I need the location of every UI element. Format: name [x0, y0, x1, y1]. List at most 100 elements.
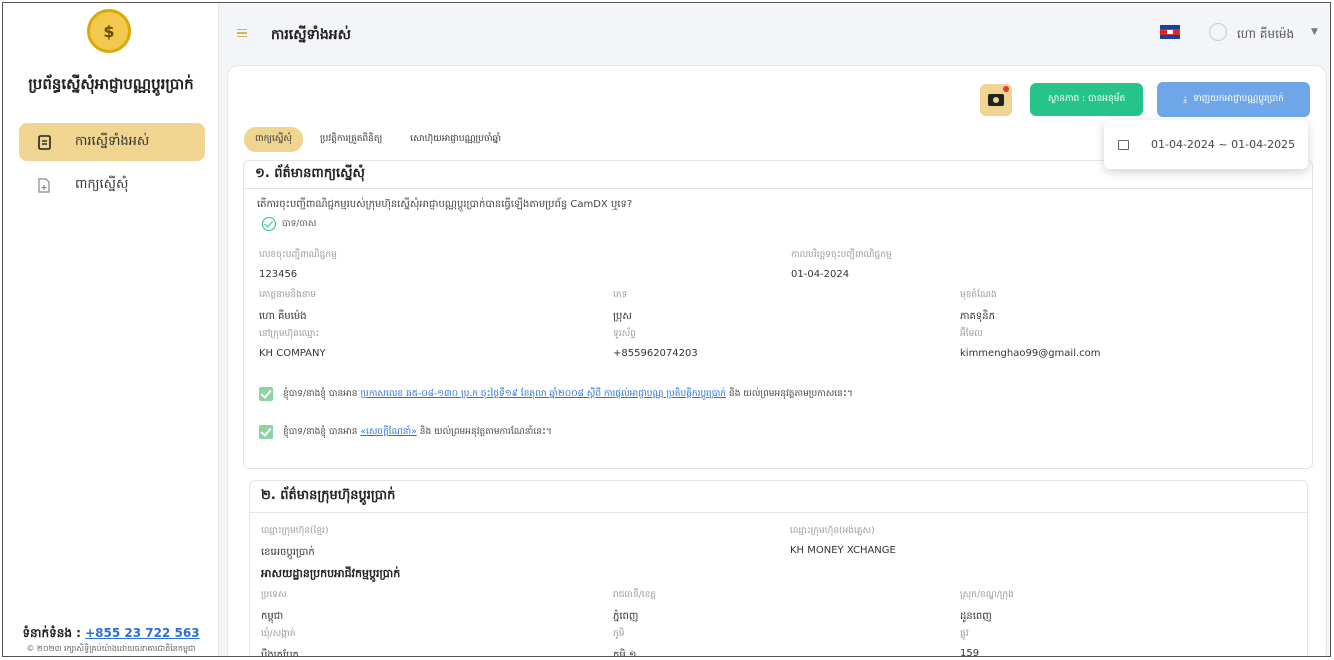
system-title: ប្រព័ន្ធស្នើសុំអាជ្ញាបណ្ណប្ដូរប្រាក់: [28, 75, 194, 93]
field-label: ប្រទេស: [261, 590, 287, 600]
field-value: ខេអេចប្ដូរប្រាក់: [261, 547, 315, 558]
camdx-question: តើការចុះបញ្ជីពាណិជ្ជកម្មរបស់ក្រុមហ៊ុនស្ន…: [257, 199, 633, 210]
company-info-section: ២. ព័ត៌មានក្រុមហ៊ុនប្ដូរប្រាក់ ឈ្មោះក្រុ…: [249, 480, 1308, 657]
field-commune: ឃុំ/សង្កាត់ បឹងត្របែក: [261, 628, 299, 657]
field-label: ឈ្មោះក្រុមហ៊ុន(អង់គ្លេស): [790, 526, 875, 536]
field-label: ផ្លូវ: [960, 629, 969, 639]
tab-annual-fee[interactable]: សោហ៊ុយអាជ្ញាបណ្ណប្រចាំឆ្នាំ: [399, 127, 512, 152]
field-value: 159: [960, 648, 980, 657]
contact-label: ទំនាក់ទំនង :: [22, 626, 86, 640]
tab-review-history[interactable]: ប្រវត្តិការត្រួតពិនិត្យ: [309, 127, 393, 152]
chevron-down-icon[interactable]: ▼: [1311, 27, 1318, 37]
agreement-text: និង យល់ព្រមអនុវត្តតាមប្រកាសនេះ។: [728, 388, 853, 399]
field-value: កម្ពុជា: [261, 611, 284, 622]
field-label: គោត្តនាមនិងនាម: [259, 290, 317, 300]
field-value: បឹងត្របែក: [261, 650, 299, 657]
guideline-link[interactable]: «សេចក្ដីណែនាំ»: [360, 426, 416, 439]
field-value: 123456: [259, 269, 298, 280]
field-company-name-en: ឈ្មោះក្រុមហ៊ុន(អង់គ្លេស) KH MONEY XCHANG…: [790, 525, 896, 556]
field-value: +855962074203: [613, 348, 698, 359]
field-value: ហោ គីមម៉េង: [259, 311, 307, 322]
agreement-prakas: ខ្ញុំបាទ/នាងខ្ញុំ បានអាន ប្រកាសលេខ ធ៥-០៨…: [259, 387, 853, 401]
field-street: ផ្លូវ 159: [960, 628, 980, 657]
field-label: រាជធានី/ខេត្ត: [613, 590, 657, 600]
agreement-text: ខ្ញុំបាទ/នាងខ្ញុំ បានអាន: [283, 426, 358, 437]
download-license-button[interactable]: ⤓ ទាញយកអាជ្ញាបណ្ណប្ដូរប្រាក់: [1157, 82, 1310, 117]
field-value: ភូមិ ១: [613, 650, 637, 657]
contact-info: ទំនាក់ទំនង : +855 23 722 563: [3, 625, 219, 643]
field-label: កាលបរិច្ឆេទចុះបញ្ជីពាណិជ្ជកម្ម: [791, 250, 892, 260]
sidebar-item-label: ការស្នើទាំងអស់: [75, 133, 150, 149]
user-avatar[interactable]: [1209, 23, 1227, 41]
field-reg-date: កាលបរិច្ឆេទចុះបញ្ជីពាណិជ្ជកម្ម 01-04-202…: [791, 249, 892, 280]
download-label: ទាញយកអាជ្ញាបណ្ណប្ដូរប្រាក់: [1193, 94, 1284, 104]
user-name[interactable]: ហោ គីមម៉េង: [1237, 26, 1294, 44]
field-value: 01-04-2024: [791, 269, 850, 280]
calendar-icon: [1118, 139, 1129, 150]
field-company-name-kh: ឈ្មោះក្រុមហ៊ុន(ខ្មែរ) ខេអេចប្ដូរប្រាក់: [261, 525, 329, 560]
field-label: ទូរស័ព្ទ: [613, 329, 636, 339]
field-village: ភូមិ ភូមិ ១: [613, 628, 637, 657]
field-label: លេខចុះបញ្ជីពាណិជ្ជកម្ម: [259, 250, 337, 260]
field-value: ប្រុស: [613, 311, 632, 322]
section-title: ២. ព័ត៌មានក្រុមហ៊ុនប្ដូរប្រាក់: [250, 481, 1307, 513]
field-district: ស្រុក/ខណ្ឌ/ក្រុង ដូនពេញ: [960, 589, 1014, 624]
field-position: មុខតំណែង ភាគទុនិក: [960, 289, 997, 324]
copyright: © ២០២៣ រក្សាសិទ្ធិគ្រប់យ៉ាងដោយធនាគារជាតិ…: [26, 644, 196, 653]
camera-button[interactable]: [980, 84, 1012, 116]
cambodia-flag-icon[interactable]: [1160, 25, 1180, 39]
application-info-section: ១. ព័ត៌មានពាក្យស្នើសុំ តើការចុះបញ្ជីពាណិ…: [243, 160, 1313, 469]
check-circle-icon: [262, 217, 276, 231]
field-email: អ៊ីមែល kimmenghao99@gmail.com: [960, 328, 1101, 359]
agreement-guideline: ខ្ញុំបាទ/នាងខ្ញុំ បានអាន «សេចក្ដីណែនាំ» …: [259, 425, 552, 439]
document-icon: [37, 134, 51, 150]
field-label: ភូមិ: [613, 629, 625, 639]
field-label: ភេទ: [613, 290, 628, 300]
download-icon: ⤓: [1183, 94, 1188, 105]
field-value: KH COMPANY: [259, 348, 326, 359]
field-value: ភ្នំពេញ: [613, 611, 639, 622]
tab-application[interactable]: ពាក្យស្នើសុំ: [244, 126, 303, 152]
field-value: KH MONEY XCHANGE: [790, 545, 896, 556]
address-heading: អាសយដ្ឋានប្រកបអាជីវកម្មប្ដូរប្រាក់: [261, 567, 401, 580]
contact-phone-link[interactable]: +855 23 722 563: [85, 626, 199, 640]
sidebar: $ ប្រព័ន្ធស្នើសុំអាជ្ញាបណ្ណប្ដូរប្រាក់ ក…: [3, 3, 219, 656]
field-label: អ៊ីមែល: [960, 329, 983, 339]
page-title: ការស្នើទាំងអស់: [271, 27, 351, 43]
license-validity-popup: 01-04-2024 ~ 01-04-2025: [1104, 120, 1308, 169]
file-add-icon: [37, 177, 51, 193]
agreement-checkbox[interactable]: [259, 425, 273, 439]
notification-dot: [1003, 86, 1009, 92]
field-name: គោត្តនាមនិងនាម ហោ គីមម៉េង: [259, 289, 316, 324]
nbc-logo: $: [87, 9, 131, 53]
field-gender: ភេទ ប្រុស: [613, 289, 632, 324]
app-window: $ ប្រព័ន្ធស្នើសុំអាជ្ញាបណ្ណប្ដូរប្រាក់ ក…: [2, 2, 1331, 657]
field-value: ភាគទុនិក: [960, 311, 995, 322]
camdx-answer: បាទ/ចាស: [262, 217, 316, 231]
field-reg-no: លេខចុះបញ្ជីពាណិជ្ជកម្ម 123456: [259, 249, 337, 280]
top-bar: ការស្នើទាំងអស់ ហោ គីមម៉េង ▼: [219, 3, 1330, 63]
field-label: ស្រុក/ខណ្ឌ/ក្រុង: [960, 590, 1014, 600]
field-label: នៅក្រុមហ៊ុនឈ្មោះ: [259, 329, 320, 339]
sidebar-item-application[interactable]: ពាក្យស្នើសុំ: [19, 166, 205, 204]
menu-toggle-icon[interactable]: [237, 29, 247, 37]
agreement-checkbox[interactable]: [259, 387, 273, 401]
tabs: ពាក្យស្នើសុំ ប្រវត្តិការត្រួតពិនិត្យ សោហ…: [244, 126, 518, 152]
answer-text: បាទ/ចាស: [282, 218, 317, 229]
sidebar-item-all-requests[interactable]: ការស្នើទាំងអស់: [19, 123, 205, 161]
field-company: នៅក្រុមហ៊ុនឈ្មោះ KH COMPANY: [259, 328, 326, 359]
field-label: មុខតំណែង: [960, 290, 997, 300]
field-label: ឃុំ/សង្កាត់: [261, 629, 296, 639]
request-detail-card: ស្ថានភាព : បានអនុម័ត ⤓ ទាញយកអាជ្ញាបណ្ណប្…: [227, 65, 1327, 657]
field-value: kimmenghao99@gmail.com: [960, 348, 1101, 359]
agreement-text: ខ្ញុំបាទ/នាងខ្ញុំ បានអាន: [283, 388, 358, 399]
field-label: ឈ្មោះក្រុមហ៊ុន(ខ្មែរ): [261, 526, 329, 536]
status-badge: ស្ថានភាព : បានអនុម័ត: [1030, 83, 1143, 116]
agreement-text: និង យល់ព្រមអនុវត្តតាមការណែនាំនេះ។: [419, 426, 552, 437]
field-province: រាជធានី/ខេត្ត ភ្នំពេញ: [613, 589, 656, 624]
camera-icon: [988, 94, 1004, 106]
sidebar-item-label: ពាក្យស្នើសុំ: [75, 176, 129, 192]
prakas-link[interactable]: ប្រកាសលេខ ធ៥-០៨-១៣០ ប្រ.ក ចុះថ្ងៃទី១៩ ខែ…: [360, 388, 726, 401]
field-country: ប្រទេស កម្ពុជា: [261, 589, 287, 624]
field-value: ដូនពេញ: [960, 611, 992, 622]
